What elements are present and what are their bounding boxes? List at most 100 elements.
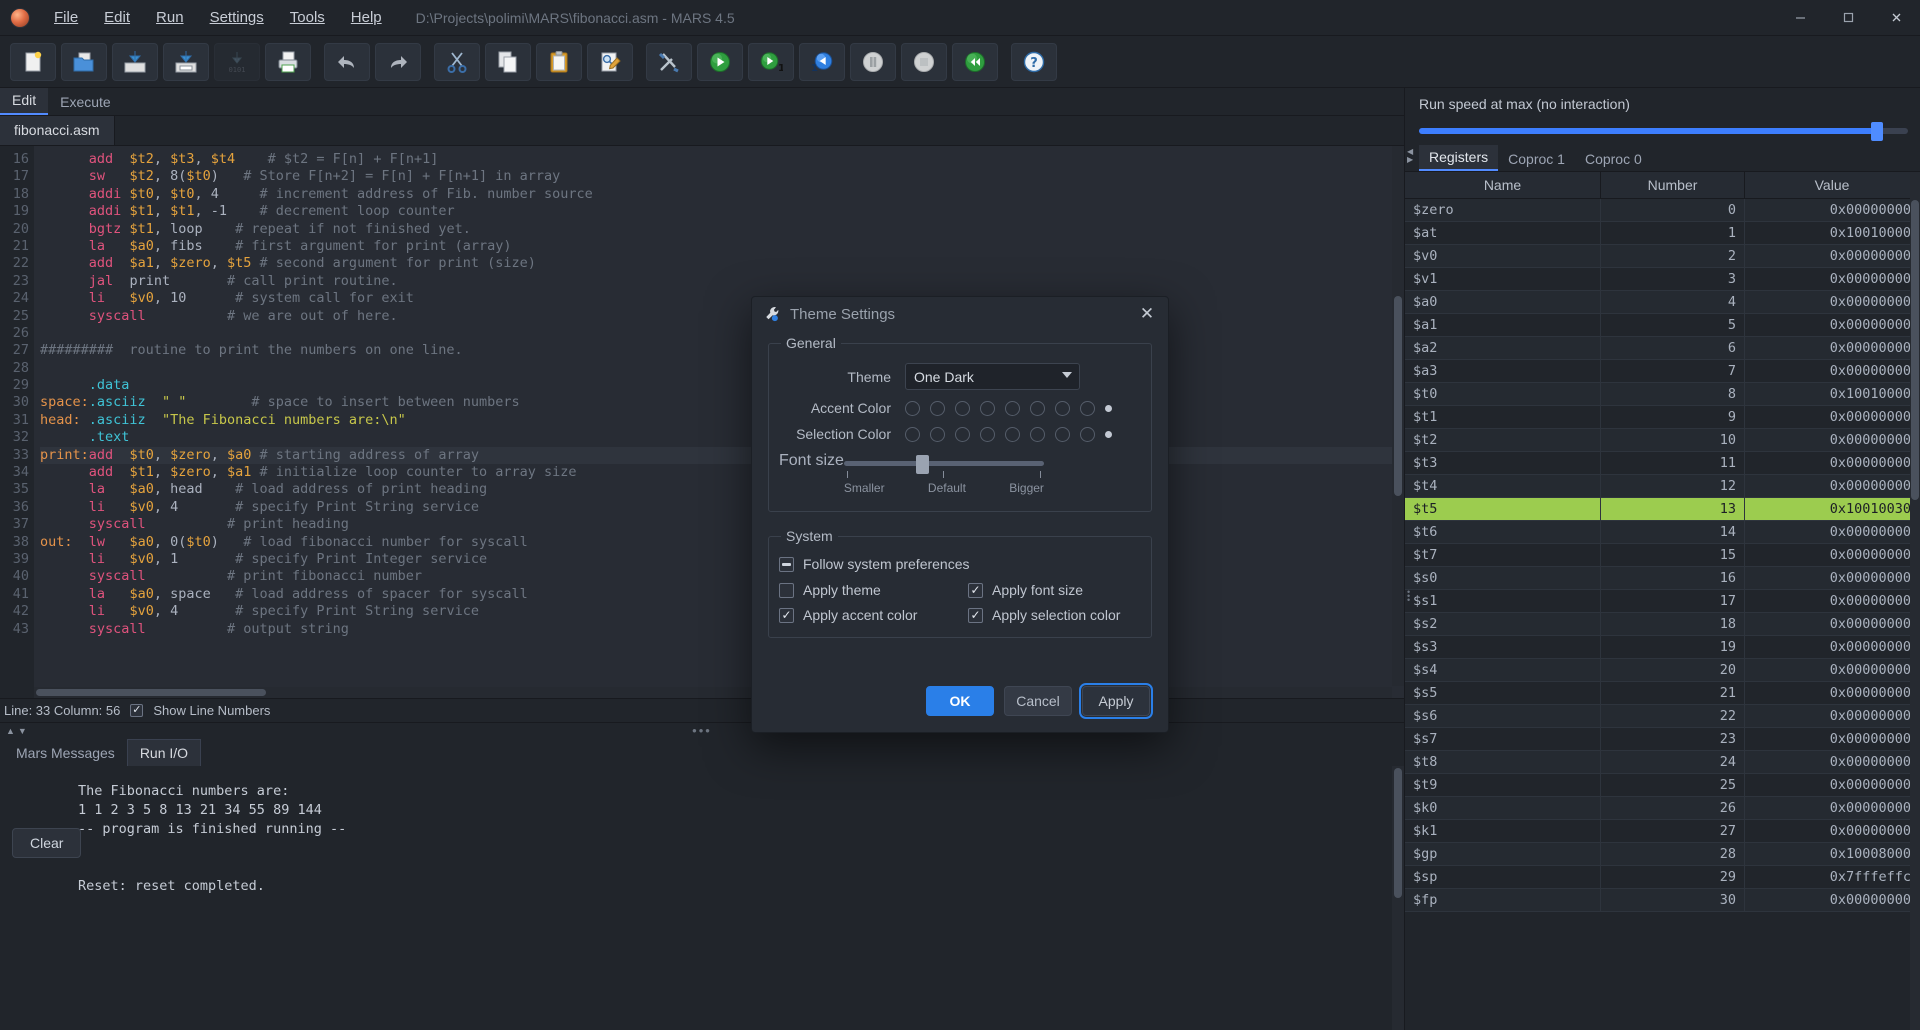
- pause-button[interactable]: [850, 42, 896, 81]
- accent-swatch-3[interactable]: [955, 400, 970, 416]
- table-row[interactable]: $k1 27 0x00000000: [1405, 819, 1920, 843]
- open-file-button[interactable]: [61, 42, 107, 81]
- register-value-cell[interactable]: 0x10010000: [1744, 221, 1920, 245]
- menu-file[interactable]: File: [42, 4, 90, 31]
- code-line[interactable]: addi $t1, $t1, -1 # decrement loop count…: [40, 203, 1404, 220]
- selection-swatch-5[interactable]: [1005, 426, 1020, 442]
- register-value-cell[interactable]: 0x00000000: [1744, 336, 1920, 360]
- register-value-cell[interactable]: 0x00000000: [1744, 727, 1920, 751]
- table-row[interactable]: $t0 8 0x10010000: [1405, 382, 1920, 406]
- table-row[interactable]: $t9 25 0x00000000: [1405, 773, 1920, 797]
- font-size-knob[interactable]: [915, 455, 929, 474]
- table-row[interactable]: $t8 24 0x00000000: [1405, 750, 1920, 774]
- table-row[interactable]: $a2 6 0x00000000: [1405, 336, 1920, 360]
- tab-registers[interactable]: Registers: [1419, 145, 1499, 171]
- accent-swatch-1[interactable]: [905, 400, 920, 416]
- selection-swatch-8[interactable]: [1080, 426, 1095, 442]
- register-value-cell[interactable]: 0x00000000: [1744, 704, 1920, 728]
- code-line[interactable]: li $v0, 1 # specify Print Integer servic…: [40, 551, 1404, 568]
- console-scrollbar[interactable]: [1392, 766, 1404, 1030]
- editor-vertical-scrollbar[interactable]: [1392, 146, 1404, 686]
- table-row[interactable]: $s5 21 0x00000000: [1405, 681, 1920, 705]
- minimize-button[interactable]: [1776, 0, 1824, 36]
- accent-swatch-6[interactable]: [1030, 400, 1045, 416]
- accent-swatch-5[interactable]: [1005, 400, 1020, 416]
- code-line[interactable]: [40, 325, 1404, 342]
- code-line[interactable]: ######### routine to print the numbers o…: [40, 342, 1404, 359]
- maximize-button[interactable]: [1824, 0, 1872, 36]
- register-value-cell[interactable]: 0x00000000: [1744, 888, 1920, 912]
- table-row[interactable]: $t2 10 0x00000000: [1405, 428, 1920, 452]
- selection-swatch-7[interactable]: [1055, 426, 1070, 442]
- register-value-cell[interactable]: 0x00000000: [1744, 244, 1920, 268]
- code-line[interactable]: la $a0, fibs # first argument for print …: [40, 238, 1404, 255]
- table-row[interactable]: $fp 30 0x00000000: [1405, 888, 1920, 912]
- apply-button[interactable]: Apply: [1079, 683, 1153, 719]
- table-row[interactable]: $t3 11 0x00000000: [1405, 451, 1920, 475]
- register-value-cell[interactable]: 0x00000000: [1744, 566, 1920, 590]
- splitter-grip-icon[interactable]: •••: [692, 724, 712, 737]
- panel-splitter[interactable]: ▲▼ •••: [0, 722, 1404, 738]
- tab-execute[interactable]: Execute: [48, 90, 123, 115]
- register-value-cell[interactable]: 0x00000000: [1744, 290, 1920, 314]
- register-value-cell[interactable]: 0x00000000: [1744, 773, 1920, 797]
- table-row[interactable]: $s7 23 0x00000000: [1405, 727, 1920, 751]
- menu-help[interactable]: Help: [339, 4, 394, 31]
- register-value-cell[interactable]: 0x00000000: [1744, 543, 1920, 567]
- stop-button[interactable]: [901, 42, 947, 81]
- accent-swatch-2[interactable]: [930, 400, 945, 416]
- panel-collapse-arrows-icon[interactable]: ◀ ▶: [1407, 148, 1413, 164]
- code-line[interactable]: syscall # output string: [40, 621, 1404, 638]
- selection-swatch-selected-dot[interactable]: [1105, 430, 1112, 438]
- tab-coproc1[interactable]: Coproc 1: [1498, 147, 1575, 171]
- selection-swatch-1[interactable]: [905, 426, 920, 442]
- code-line[interactable]: bgtz $t1, loop # repeat if not finished …: [40, 221, 1404, 238]
- tab-mars-messages[interactable]: Mars Messages: [4, 740, 127, 766]
- table-row[interactable]: $sp 29 0x7fffeffc: [1405, 865, 1920, 889]
- register-value-cell[interactable]: 0x00000000: [1744, 474, 1920, 498]
- register-value-cell[interactable]: 0x00000000: [1744, 267, 1920, 291]
- table-row[interactable]: $s4 20 0x00000000: [1405, 658, 1920, 682]
- code-line[interactable]: li $v0, 10 # system call for exit: [40, 290, 1404, 307]
- code-line[interactable]: syscall # we are out of here.: [40, 308, 1404, 325]
- menu-run[interactable]: Run: [144, 4, 196, 31]
- column-header-name[interactable]: Name: [1405, 172, 1601, 199]
- table-row[interactable]: $t4 12 0x00000000: [1405, 474, 1920, 498]
- table-row[interactable]: $s6 22 0x00000000: [1405, 704, 1920, 728]
- code-line[interactable]: la $a0, head # load address of print hea…: [40, 481, 1404, 498]
- register-value-cell[interactable]: 0x10010000: [1744, 382, 1920, 406]
- code-line[interactable]: sw $t2, 8($t0) # Store F[n+2] = F[n] + F…: [40, 168, 1404, 185]
- table-row[interactable]: $t1 9 0x00000000: [1405, 405, 1920, 429]
- font-size-slider[interactable]: Smaller Default Bigger: [843, 452, 1044, 495]
- find-replace-button[interactable]: [587, 42, 633, 81]
- registers-grip-icon[interactable]: • • •: [1407, 588, 1410, 605]
- table-row[interactable]: $v1 3 0x00000000: [1405, 267, 1920, 291]
- clear-console-button[interactable]: Clear: [12, 828, 82, 858]
- selection-swatch-4[interactable]: [980, 426, 995, 442]
- register-value-cell[interactable]: 0x00000000: [1744, 428, 1920, 452]
- theme-settings-dialog[interactable]: Theme Settings ✕ General Theme One Dark …: [751, 296, 1169, 733]
- code-line[interactable]: li $v0, 4 # specify Print String service: [40, 603, 1404, 620]
- apply-accent-color-row[interactable]: Apply accent color: [779, 607, 952, 623]
- paste-button[interactable]: [536, 42, 582, 81]
- apply-font-size-checkbox[interactable]: [968, 582, 983, 598]
- code-line[interactable]: add $t1, $zero, $a1 # initialize loop co…: [40, 464, 1404, 481]
- step-button[interactable]: 1: [748, 42, 794, 81]
- table-row[interactable]: $a0 4 0x00000000: [1405, 290, 1920, 314]
- selection-swatch-3[interactable]: [955, 426, 970, 442]
- code-line[interactable]: .data: [40, 377, 1404, 394]
- apply-selection-color-checkbox[interactable]: [968, 607, 983, 623]
- undo-button[interactable]: [324, 42, 370, 81]
- registers-table-container[interactable]: Name Number Value $zero 0 0x00000000 $at 1 0x…: [1405, 172, 1920, 1030]
- show-line-numbers-checkbox[interactable]: [130, 704, 144, 717]
- table-row[interactable]: $s3 19 0x00000000: [1405, 635, 1920, 659]
- reset-button[interactable]: [952, 42, 998, 81]
- follow-system-preferences-row[interactable]: Follow system preferences: [779, 556, 1141, 572]
- editor-horizontal-scrollbar[interactable]: [34, 687, 1392, 698]
- code-line[interactable]: print:add $t0, $zero, $a0 # starting add…: [40, 446, 1404, 465]
- dump-memory-button[interactable]: 0101: [214, 42, 260, 81]
- table-row[interactable]: $zero 0 0x00000000: [1405, 198, 1920, 222]
- new-file-button[interactable]: [10, 42, 56, 81]
- register-value-cell[interactable]: 0x00000000: [1744, 589, 1920, 613]
- table-row[interactable]: $t7 15 0x00000000: [1405, 543, 1920, 567]
